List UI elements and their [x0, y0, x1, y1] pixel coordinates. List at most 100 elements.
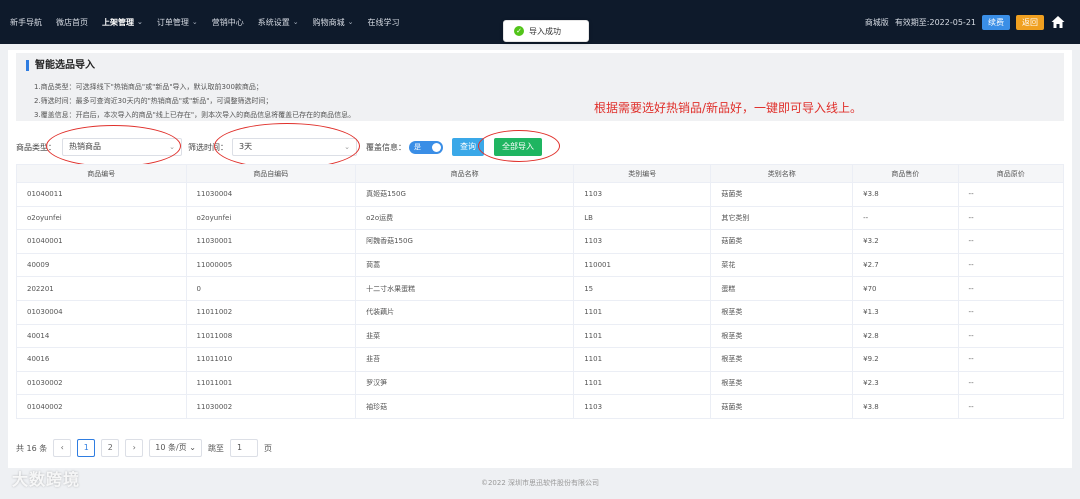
table-row: 01040002 11030002 袖珍菇 1103 菇菌类 ¥3.8 --	[16, 394, 1065, 419]
table-cell: 202201	[16, 276, 187, 301]
table-cell: --	[957, 370, 1065, 396]
pagination: 共 16 条 ‹ 1 2 › 10 条/页 ⌄ 跳至 1 页	[16, 439, 272, 457]
top-right-area: 商城版 有效期至:2022-05-21 续费 返回	[865, 0, 1066, 44]
table-cell: o2oyunfei	[16, 205, 187, 231]
page-1-button[interactable]: 1	[77, 439, 96, 457]
success-toast: ✓ 导入成功	[503, 20, 589, 42]
table-cell: 茼蒿	[355, 252, 575, 278]
back-button[interactable]: 返回	[1016, 14, 1044, 30]
toast-text: 导入成功	[529, 26, 561, 36]
table-cell: 1103	[573, 229, 712, 254]
column-header: 商品名称	[355, 164, 575, 183]
page-size-select[interactable]: 10 条/页 ⌄	[149, 439, 202, 457]
table-cell: 40014	[16, 323, 187, 349]
table-cell: ¥70	[852, 276, 959, 301]
table-cell: 01040011	[16, 182, 187, 207]
nav-item-5[interactable]: 系统设置 ⌄	[258, 17, 299, 28]
filter-bar: 商品类型： 热销商品 ⌄ 筛选时间： 3天 ⌄ 覆盖信息： 是 查询 全部导入	[16, 123, 1056, 169]
intro-box: 智能选品导入 1.商品类型：可选择线下"热销商品"或"新品"导入，默认取前300…	[16, 53, 1064, 121]
table-cell: 根茎类	[710, 323, 854, 349]
table-body: 01040011 11030004 真姬菇150G 1103 菇菌类 ¥3.8 -- o2oy…	[16, 182, 1065, 419]
table-cell: 11030002	[185, 394, 357, 419]
table-cell: 1101	[573, 323, 712, 349]
chevron-left-icon[interactable]: ‹	[53, 439, 72, 457]
table-cell: 十二寸水果蛋糕	[355, 276, 575, 301]
table-cell: ¥2.7	[852, 252, 959, 278]
column-header: 类别编号	[573, 164, 712, 183]
main-panel: 智能选品导入 1.商品类型：可选择线下"热销商品"或"新品"导入，默认取前300…	[8, 50, 1072, 468]
nav-item-4[interactable]: 营销中心	[212, 17, 244, 28]
table-cell: --	[852, 205, 959, 231]
table-cell: 15	[573, 276, 712, 301]
table-cell: 1101	[573, 370, 712, 396]
table-cell: --	[957, 323, 1065, 349]
nav-item-7[interactable]: 在线学习	[368, 17, 400, 28]
table-row: 40009 11000005 茼蒿 110001 菜花 ¥2.7 --	[16, 252, 1065, 278]
red-circle-type	[46, 125, 181, 167]
table-cell: 11030004	[185, 182, 357, 207]
nav-item-label: 营销中心	[211, 17, 244, 27]
table-header-row: 商品编号 商品自编码 商品名称 类别编号 类别名称 商品售价 商品原价	[16, 164, 1065, 183]
goto-label: 跳至	[207, 443, 224, 453]
renew-button[interactable]: 续费	[982, 14, 1010, 30]
table-cell: --	[957, 276, 1065, 301]
column-header: 类别名称	[710, 164, 854, 183]
nav-item-0[interactable]: 新手导航	[10, 17, 42, 28]
table-cell: 110001	[573, 252, 712, 278]
nav-item-3[interactable]: 订单管理 ⌄	[157, 17, 198, 28]
table-cell: --	[957, 252, 1065, 278]
chevron-down-icon: ⌄	[191, 18, 198, 26]
check-circle-icon: ✓	[514, 26, 524, 36]
table-cell: 40009	[16, 252, 187, 278]
home-icon[interactable]	[1050, 14, 1066, 30]
red-circle-import	[478, 130, 560, 162]
footer-copyright: ©2022 深圳市思迅软件股份有限公司	[480, 479, 600, 487]
page-2-button[interactable]: 2	[101, 439, 120, 457]
table-cell: 01030004	[16, 299, 187, 325]
table-cell: 01040002	[16, 394, 187, 419]
nav-item-2[interactable]: 上架管理 ⌄	[102, 17, 143, 28]
table-cell: o2oyunfei	[185, 205, 357, 231]
table-cell: 根茎类	[710, 370, 854, 396]
nav-item-label: 订单管理	[156, 17, 189, 27]
nav-item-label: 在线学习	[367, 17, 400, 27]
table-cell: 菇菌类	[710, 182, 854, 207]
chevron-down-icon: ⌄	[347, 18, 354, 26]
page-suffix: 页	[263, 443, 272, 453]
intro-line-2: 2.筛选时间：最多可查询近30天内的"热销商品"或"新品"，可调整筛选时间；	[34, 97, 273, 105]
chevron-right-icon[interactable]: ›	[125, 439, 144, 457]
table-cell: 11011001	[185, 370, 357, 396]
table-cell: 01030002	[16, 370, 187, 396]
table-cell: ¥2.8	[852, 323, 959, 349]
table-cell: 01040001	[16, 229, 187, 254]
intro-line-3: 3.覆盖信息：开启后，本次导入的商品"线上已存在"，则本次导入的商品信息将覆盖已…	[34, 111, 356, 119]
table-cell: ¥3.2	[852, 229, 959, 254]
column-header: 商品编号	[16, 164, 187, 183]
nav-item-6[interactable]: 购物商城 ⌄	[313, 17, 354, 28]
cover-toggle-text: 是	[414, 143, 421, 151]
nav-item-label: 微店首页	[56, 17, 88, 27]
table-row: 40014 11011008 韭菜 1101 根茎类 ¥2.8 --	[16, 323, 1065, 349]
table-cell: 代装藕片	[355, 299, 575, 325]
table-cell: 1103	[573, 394, 712, 419]
cover-toggle[interactable]: 是	[409, 141, 443, 154]
product-table: 商品编号 商品自编码 商品名称 类别编号 类别名称 商品售价 商品原价 01040011 11…	[16, 164, 1065, 419]
table-cell: ¥3.8	[852, 182, 959, 207]
table-cell: 11011002	[185, 299, 357, 325]
table-row: o2oyunfei o2oyunfei o2o运费 LB 其它类别 -- --	[16, 205, 1065, 231]
nav-item-1[interactable]: 微店首页	[56, 17, 88, 28]
nav-item-label: 新手导航	[10, 17, 42, 27]
validity-label: 有效期至:2022-05-21	[894, 17, 976, 27]
cover-label: 覆盖信息：	[366, 143, 406, 152]
table-cell: 40016	[16, 347, 187, 372]
table-cell: 罗汉笋	[355, 370, 575, 396]
table-cell: 0	[185, 276, 357, 301]
table-cell: 菇菌类	[710, 394, 854, 419]
table-cell: 1101	[573, 347, 712, 372]
goto-page-input[interactable]: 1	[229, 439, 258, 457]
toggle-knob	[432, 143, 441, 152]
table-cell: ¥1.3	[852, 299, 959, 325]
chevron-down-icon: ⌄	[292, 18, 299, 26]
red-circle-time	[214, 123, 360, 169]
intro-line-1: 1.商品类型：可选择线下"热销商品"或"新品"导入，默认取前300款商品；	[34, 83, 263, 91]
